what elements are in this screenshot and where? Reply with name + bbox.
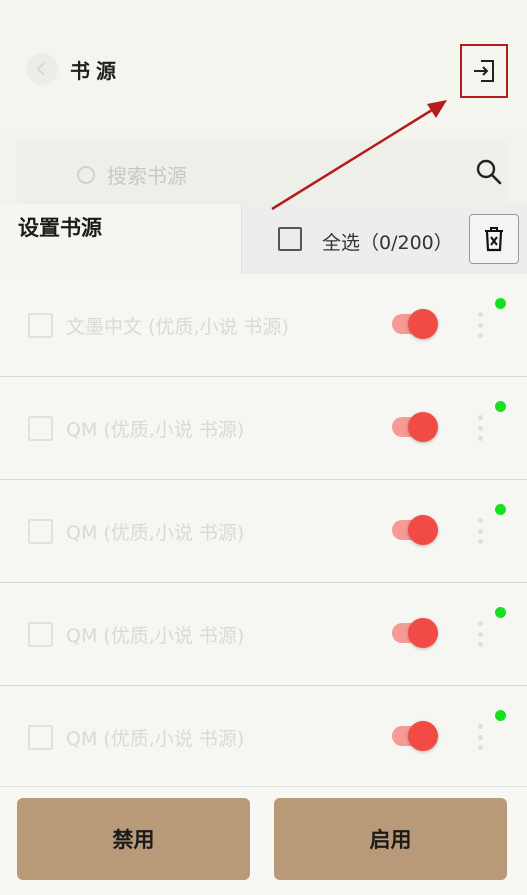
login-icon xyxy=(474,60,494,82)
switch-knob[interactable] xyxy=(408,618,438,648)
more-vert-icon[interactable] xyxy=(477,312,483,338)
search-placeholder-text: 搜索书源 xyxy=(107,164,187,188)
chevron-left-icon xyxy=(36,62,45,76)
status-dot xyxy=(495,298,506,309)
set-source-label: 设置书源 xyxy=(18,216,102,240)
more-vert-icon[interactable] xyxy=(477,518,483,544)
list-item[interactable]: QM (优质,小说 书源) xyxy=(0,686,527,789)
more-vert-icon[interactable] xyxy=(477,724,483,750)
status-dot xyxy=(495,401,506,412)
source-name: QM (优质,小说 书源) xyxy=(66,522,245,544)
item-checkbox[interactable] xyxy=(28,416,53,441)
source-name: QM (优质,小说 书源) xyxy=(66,419,245,441)
delete-button[interactable] xyxy=(469,214,519,264)
search-hint-icon xyxy=(77,165,95,184)
page-title: 书源 xyxy=(70,59,122,83)
switch-knob[interactable] xyxy=(408,309,438,339)
status-dot xyxy=(495,504,506,515)
bottom-action-bar: 禁用 启用 xyxy=(0,786,527,895)
source-name: QM (优质,小说 书源) xyxy=(66,728,245,750)
select-all-label[interactable]: 全选（0/200） xyxy=(322,228,453,255)
back-button[interactable] xyxy=(26,53,58,85)
list-item[interactable]: QM (优质,小说 书源) xyxy=(0,583,527,686)
select-all-checkbox[interactable] xyxy=(278,227,302,251)
list-item[interactable]: QM (优质,小说 书源) xyxy=(0,377,527,480)
selection-bar: 全选（0/200） xyxy=(241,204,527,274)
trash-icon xyxy=(485,227,503,252)
item-checkbox[interactable] xyxy=(28,725,53,750)
set-source-panel: 设置书源 xyxy=(0,204,244,274)
enable-button[interactable]: 启用 xyxy=(274,798,507,880)
app-bar: 书源 xyxy=(0,0,527,135)
search-input[interactable]: 搜索书源 xyxy=(17,140,507,204)
item-checkbox[interactable] xyxy=(28,622,53,647)
source-name: QM (优质,小说 书源) xyxy=(66,625,245,647)
item-checkbox[interactable] xyxy=(28,519,53,544)
source-name: 文墨中文 (优质,小说 书源) xyxy=(66,316,289,338)
item-checkbox[interactable] xyxy=(28,313,53,338)
disable-button[interactable]: 禁用 xyxy=(17,798,250,880)
list-item[interactable]: QM (优质,小说 书源) xyxy=(0,480,527,583)
switch-knob[interactable] xyxy=(408,515,438,545)
source-list: 文墨中文 (优质,小说 书源) QM (优质,小说 书源) QM (优质,小说 … xyxy=(0,274,527,789)
status-dot xyxy=(495,710,506,721)
search-icon[interactable] xyxy=(475,158,503,186)
status-dot xyxy=(495,607,506,618)
search-placeholder: 搜索书源 xyxy=(77,160,187,189)
switch-knob[interactable] xyxy=(408,721,438,751)
switch-knob[interactable] xyxy=(408,412,438,442)
import-button[interactable] xyxy=(460,44,508,98)
more-vert-icon[interactable] xyxy=(477,621,483,647)
more-vert-icon[interactable] xyxy=(477,415,483,441)
list-item[interactable]: 文墨中文 (优质,小说 书源) xyxy=(0,274,527,377)
